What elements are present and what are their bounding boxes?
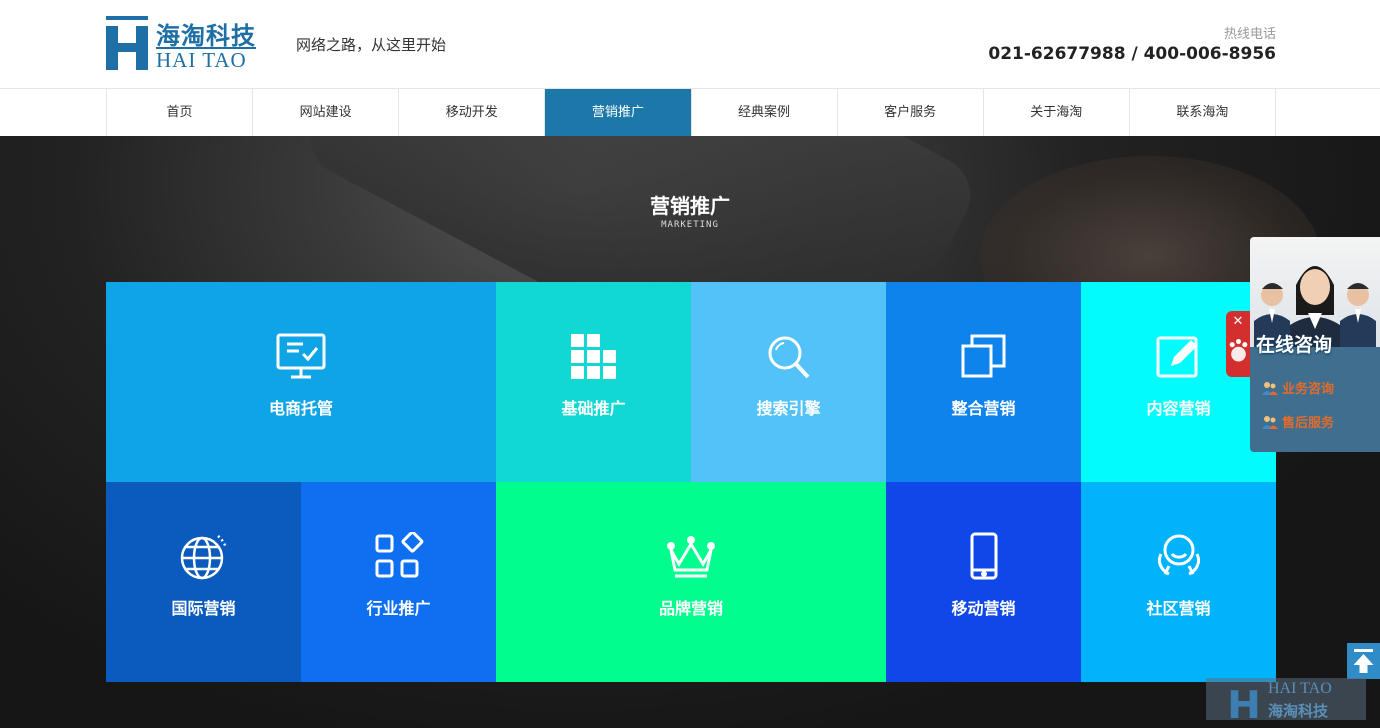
- tile-label: 社区营销: [1146, 599, 1211, 618]
- people-icon: [1262, 382, 1278, 395]
- logo-h-mark-icon: [106, 16, 148, 70]
- consult-link-after-sales[interactable]: 售后服务: [1262, 412, 1334, 431]
- nav-item-service[interactable]: 客户服务: [838, 89, 984, 136]
- tile-community-marketing[interactable]: 社区营销: [1081, 482, 1276, 682]
- tile-label: 整合营销: [951, 399, 1016, 418]
- logo-h-mark-icon: [1230, 690, 1258, 718]
- tile-label: 内容营销: [1146, 399, 1211, 418]
- tile-brand-marketing[interactable]: 品牌营销: [496, 482, 886, 682]
- mobile-phone-icon: [958, 532, 1010, 582]
- logo-watermark: HAI TAO 海淘科技: [1206, 678, 1366, 720]
- arrow-up-icon: [1353, 649, 1374, 673]
- tile-label: 行业推广: [366, 599, 431, 618]
- nav-item-mobile-dev[interactable]: 移动开发: [399, 89, 546, 136]
- tile-basic-promotion[interactable]: 基础推广: [496, 282, 691, 482]
- section-subtitle: MARKETING: [661, 220, 719, 230]
- hotline-number: 021-62677988 / 400-006-8956: [988, 44, 1276, 64]
- tile-industry-promotion[interactable]: 行业推广: [301, 482, 496, 682]
- hotline-label: 热线电话: [1223, 27, 1276, 42]
- consult-link-label: 售后服务: [1282, 416, 1335, 431]
- tile-ecommerce[interactable]: 电商托管: [106, 282, 496, 482]
- nav-item-cases[interactable]: 经典案例: [692, 89, 838, 136]
- monitor-check-icon: [275, 332, 327, 382]
- overlap-squares-icon: [958, 332, 1010, 382]
- consult-link-business[interactable]: 业务咨询: [1262, 378, 1334, 397]
- nav-item-marketing[interactable]: 营销推广: [545, 89, 692, 136]
- tile-international-marketing[interactable]: 国际营销: [106, 482, 301, 682]
- globe-icon: [178, 532, 230, 582]
- logo-chinese-name: 海淘科技: [156, 22, 256, 50]
- baidu-chat-tab[interactable]: ✕: [1226, 311, 1251, 377]
- tile-search-engine[interactable]: 搜索引擎: [691, 282, 886, 482]
- search-icon: [763, 332, 815, 382]
- tile-label: 品牌营销: [658, 599, 723, 618]
- close-icon[interactable]: ✕: [1231, 315, 1245, 329]
- apps-icon: [373, 532, 425, 582]
- logo-english-name: HAI TAO: [156, 48, 247, 72]
- consult-link-label: 业务咨询: [1282, 382, 1335, 397]
- nav-item-contact[interactable]: 联系海淘: [1130, 89, 1276, 136]
- section-title: 营销推广: [650, 194, 730, 218]
- tile-integrated-marketing[interactable]: 整合营销: [886, 282, 1081, 482]
- tile-label: 搜索引擎: [756, 399, 821, 418]
- site-header: 海淘科技 HAI TAO 网络之路，从这里开始 热线电话 021-6267798…: [0, 0, 1380, 88]
- tile-label: 基础推广: [561, 399, 626, 418]
- tile-label: 电商托管: [268, 399, 333, 418]
- paw-icon: [1229, 339, 1248, 362]
- tile-label: 国际营销: [171, 599, 236, 618]
- back-to-top-button[interactable]: [1347, 643, 1380, 679]
- online-consult-panel: 在线咨询 业务咨询 售后服务: [1250, 237, 1380, 452]
- tile-mobile-marketing[interactable]: 移动营销: [886, 482, 1081, 682]
- site-logo[interactable]: 海淘科技 HAI TAO: [106, 16, 258, 72]
- nav-item-about[interactable]: 关于海淘: [984, 89, 1130, 136]
- community-icon: [1153, 532, 1205, 582]
- tile-label: 移动营销: [951, 599, 1016, 618]
- main-nav: 首页 网站建设 移动开发 营销推广 经典案例 客户服务 关于海淘 联系海淘: [0, 88, 1380, 136]
- edit-icon: [1153, 332, 1205, 382]
- consult-title: 在线咨询: [1256, 334, 1333, 356]
- grid-blocks-icon: [568, 332, 620, 382]
- people-icon: [1262, 416, 1278, 429]
- watermark-english: HAI TAO: [1268, 680, 1332, 697]
- nav-item-home[interactable]: 首页: [107, 89, 254, 136]
- watermark-chinese: 海淘科技: [1268, 702, 1329, 720]
- slogan: 网络之路，从这里开始: [296, 36, 447, 54]
- crown-icon: [665, 532, 717, 582]
- nav-item-website[interactable]: 网站建设: [253, 89, 400, 136]
